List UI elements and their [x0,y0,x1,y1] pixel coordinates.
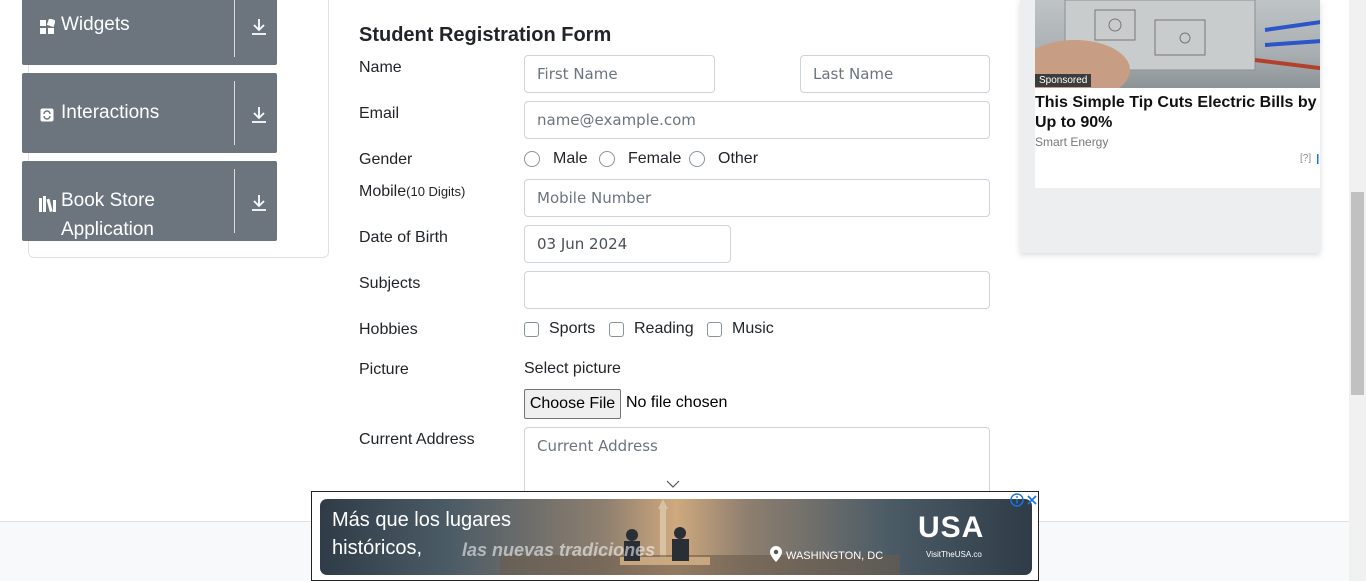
checkbox[interactable] [707,321,722,337]
location-text: WASHINGTON, DC [786,549,884,562]
adchoices-icon[interactable] [1317,152,1320,170]
download-icon[interactable] [247,191,271,215]
hobby-sports-checkbox[interactable]: Sports [524,320,595,338]
address-label: Current Address [359,431,475,448]
hobby-music-checkbox[interactable]: Music [707,320,774,338]
checkbox-label: Music [732,320,774,337]
subjects-input[interactable] [524,271,990,309]
divider [234,81,235,145]
select-picture-label: Select picture [524,360,621,377]
mobile-label: Mobile(10 Digits) [359,183,465,201]
dob-label: Date of Birth [359,229,448,246]
mobile-input[interactable]: Mobile Number [524,179,990,217]
form-title: Student Registration Form [359,24,612,46]
usa-logo-url: VisitTheUSA.co [926,550,982,559]
ad-right[interactable]: Sponsored This Simple Tip Cuts Electric … [1020,0,1320,253]
sidebar-group-book-store[interactable]: Book Store Application [22,161,277,241]
scrollbar-thumb[interactable] [1351,192,1364,395]
ad-info-link[interactable]: [?] [1300,153,1311,164]
sidebar-group-label: Interactions [61,102,160,123]
dob-input[interactable]: 03 Jun 2024 [524,225,731,263]
sponsored-badge: Sponsored [1035,74,1092,87]
radio-button[interactable] [524,151,540,167]
radio-button[interactable] [689,151,705,167]
checkbox[interactable] [609,321,624,337]
email-label: Email [359,105,400,122]
sidebar-group-label: Widgets [61,14,130,35]
radio-label: Other [718,150,759,167]
gender-label: Gender [359,151,413,168]
close-icon[interactable] [1025,493,1039,512]
banner-tagline: las nuevas tradiciones [462,540,656,560]
email-input[interactable]: name@example.com [524,101,990,139]
radio-label: Female [628,150,682,167]
interactions-icon [39,107,55,123]
location-pin-icon [770,546,782,565]
mobile-hint: (10 Digits) [406,184,466,199]
ad-card[interactable]: Sponsored This Simple Tip Cuts Electric … [1035,0,1320,188]
banner-text-line2: históricos, [332,537,423,559]
download-icon[interactable] [247,15,271,39]
gender-other-radio[interactable]: Other [689,150,758,168]
subjects-label: Subjects [359,275,421,292]
checkbox-label: Reading [634,320,694,337]
picture-label: Picture [359,361,409,378]
ad-brand[interactable]: Smart Energy [1035,135,1108,149]
divider [234,169,235,233]
sidebar-group-label: Book Store [61,190,155,211]
checkbox-label: Sports [549,320,596,337]
hobby-reading-checkbox[interactable]: Reading [609,320,694,338]
page-scrollbar[interactable] [1349,0,1366,581]
gender-female-radio[interactable]: Female [599,150,681,168]
sidebar-group-interactions[interactable]: Interactions [22,73,277,153]
radio-label: Male [553,150,588,167]
banner-image[interactable]: Más que los lugares históricos, las nuev… [320,499,1032,575]
banner-location: WASHINGTON, DC [770,546,883,565]
book-store-icon [39,196,57,212]
radio-button[interactable] [599,151,615,167]
file-status: No file chosen [626,394,728,411]
banner-text-line1: Más que los lugares [332,509,511,531]
hobbies-label: Hobbies [359,321,418,338]
usa-logo: USA [918,511,985,544]
sidebar-group-label: Application [61,219,154,240]
name-label: Name [359,59,402,76]
last-name-input[interactable]: Last Name [800,55,990,93]
first-name-input[interactable]: First Name [524,55,715,93]
mobile-label-text: Mobile [359,183,407,200]
divider [234,0,235,57]
widgets-icon [39,18,55,34]
choose-file-button[interactable]: Choose File [524,389,621,419]
ad-headline[interactable]: This Simple Tip Cuts Electric Bills by U… [1035,93,1320,133]
download-icon[interactable] [247,103,271,127]
ad-bottom-banner[interactable]: Más que los lugares históricos, las nuev… [311,491,1039,581]
gender-male-radio[interactable]: Male [524,150,588,168]
checkbox[interactable] [524,321,539,337]
ad-info-icon[interactable] [1010,493,1024,512]
sidebar-group-widgets[interactable]: Widgets [22,0,277,65]
